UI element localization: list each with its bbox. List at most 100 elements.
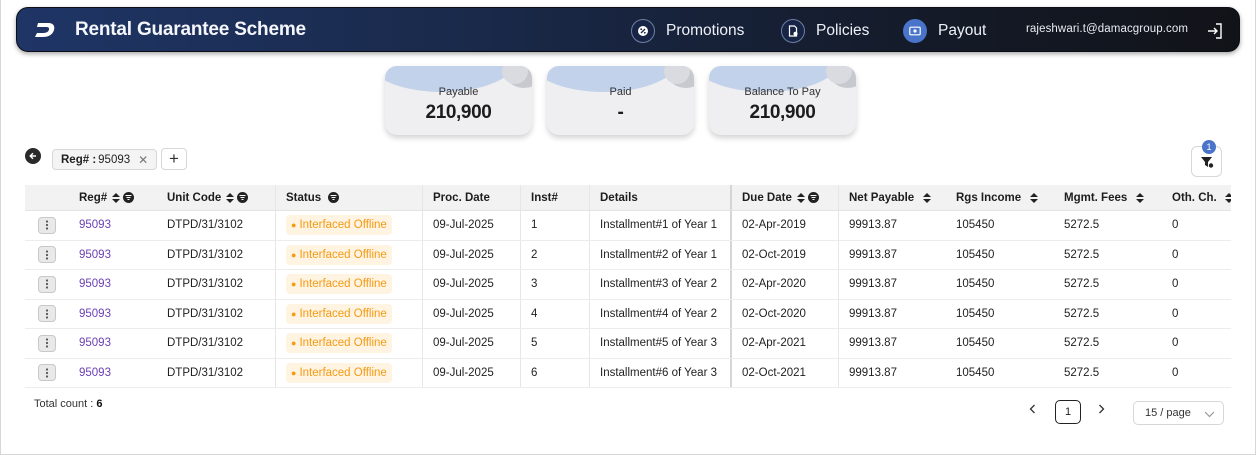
column-filter-icon[interactable] xyxy=(807,192,819,203)
cell-due-date: 02-Apr-2021 xyxy=(730,329,838,358)
row-menu-button[interactable] xyxy=(38,305,56,323)
cell-inst: 2 xyxy=(520,240,589,269)
add-filter-button[interactable]: + xyxy=(161,148,187,170)
close-icon[interactable]: ✕ xyxy=(138,153,148,167)
cell-oth-charges: 0 xyxy=(1172,366,1179,379)
back-arrow-icon[interactable] xyxy=(25,148,41,164)
cell-proc-date: 09-Jul-2025 xyxy=(422,329,520,358)
cell-unit-code: DTPD/31/3102 xyxy=(167,307,244,320)
cell-due-date: 02-Oct-2020 xyxy=(730,299,838,328)
column-filter-icon[interactable] xyxy=(123,192,135,203)
cell-reg-link[interactable]: 95093 xyxy=(69,270,157,299)
damac-logo-icon xyxy=(35,23,55,37)
nav-policies[interactable]: Policies xyxy=(781,17,869,45)
summary-card-payable: Payable 210,900 xyxy=(385,66,532,135)
user-email: rajeshwari.t@damacgroup.com xyxy=(1026,23,1189,35)
installments-table: Reg# Unit Code Status Proc. Date Inst# D… xyxy=(25,185,1231,388)
app-title: Rental Guarantee Scheme xyxy=(75,19,306,40)
filter-count-badge: 1 xyxy=(1202,140,1216,154)
promotion-icon xyxy=(631,19,655,43)
cell-reg-link[interactable]: 95093 xyxy=(69,241,157,270)
cell-status: ● Interfaced Offline xyxy=(275,240,422,269)
prev-page-icon[interactable] xyxy=(1025,402,1039,416)
table-row: 95093 DTPD/31/3102 ● Interfaced Offline 0… xyxy=(25,211,1231,241)
cell-reg-link[interactable]: 95093 xyxy=(69,329,157,358)
page-size-select[interactable]: 15 / page xyxy=(1133,401,1224,425)
policy-document-icon xyxy=(781,19,805,43)
cell-status: ● Interfaced Offline xyxy=(275,270,422,299)
column-header-rgs-income[interactable]: Rgs Income xyxy=(946,185,1054,210)
sort-icon[interactable] xyxy=(226,192,235,203)
cell-reg-link[interactable]: 95093 xyxy=(69,211,157,240)
sort-icon[interactable] xyxy=(1224,192,1231,203)
column-header-oth-charges[interactable]: Oth. Ch. xyxy=(1162,185,1231,210)
nav-promotions[interactable]: Promotions xyxy=(631,17,744,45)
next-page-icon[interactable] xyxy=(1094,402,1108,416)
row-menu-button[interactable] xyxy=(38,364,56,382)
cell-proc-date: 09-Jul-2025 xyxy=(422,299,520,328)
column-header-proc-date: Proc. Date xyxy=(422,185,520,210)
table-header: Reg# Unit Code Status Proc. Date Inst# D… xyxy=(25,185,1231,211)
column-header-reg[interactable]: Reg# xyxy=(69,185,157,210)
column-header-actions xyxy=(25,185,69,210)
column-header-inst: Inst# xyxy=(520,185,589,210)
cell-oth-charges: 0 xyxy=(1172,278,1179,291)
column-header-mgmt-fees[interactable]: Mgmt. Fees xyxy=(1054,185,1162,210)
sort-icon[interactable] xyxy=(1136,192,1145,203)
column-header-status[interactable]: Status xyxy=(275,185,422,210)
sort-icon[interactable] xyxy=(1030,192,1039,203)
cell-proc-date: 09-Jul-2025 xyxy=(422,270,520,299)
cell-net-payable: 99913.87 xyxy=(838,270,946,299)
logout-icon[interactable] xyxy=(1206,22,1224,40)
column-filter-icon[interactable] xyxy=(328,192,340,203)
more-vertical-icon xyxy=(45,368,49,378)
cell-proc-date: 09-Jul-2025 xyxy=(422,358,520,387)
row-menu-button[interactable] xyxy=(38,275,56,293)
sort-icon[interactable] xyxy=(923,192,932,203)
more-vertical-icon xyxy=(45,279,49,289)
cell-details: Installment#1 of Year 1 xyxy=(589,211,730,240)
cell-mgmt-fees: 5272.5 xyxy=(1064,278,1100,291)
column-header-net-payable[interactable]: Net Payable xyxy=(838,185,946,210)
cell-details: Installment#5 of Year 3 xyxy=(589,329,730,358)
cell-rgs-income: 105450 xyxy=(956,219,995,232)
summary-value: 210,900 xyxy=(425,102,492,123)
column-header-due-date[interactable]: Due Date xyxy=(730,185,838,210)
cell-oth-charges: 0 xyxy=(1172,337,1179,350)
row-menu-button[interactable] xyxy=(38,334,56,352)
funnel-icon xyxy=(1200,156,1213,168)
nav-payout[interactable]: Payout xyxy=(903,17,986,45)
column-header-unit-code[interactable]: Unit Code xyxy=(157,185,275,210)
cell-inst: 6 xyxy=(520,358,589,387)
cell-details: Installment#6 of Year 3 xyxy=(589,358,730,387)
row-action-cell xyxy=(25,241,69,270)
cell-status: ● Interfaced Offline xyxy=(275,211,422,240)
cell-reg-link[interactable]: 95093 xyxy=(69,359,157,388)
cell-details: Installment#2 of Year 1 xyxy=(589,240,730,269)
summary-label: Paid xyxy=(609,86,632,98)
chevron-down-icon xyxy=(1204,411,1215,418)
table-body: 95093 DTPD/31/3102 ● Interfaced Offline 0… xyxy=(25,211,1231,388)
total-count-label: Total count : xyxy=(34,398,94,410)
page-number-button[interactable]: 1 xyxy=(1055,400,1081,424)
more-vertical-icon xyxy=(45,220,49,230)
more-vertical-icon xyxy=(45,338,49,348)
summary-value: - xyxy=(617,102,624,123)
cell-rgs-income: 105450 xyxy=(956,366,995,379)
sort-icon[interactable] xyxy=(796,192,805,203)
row-menu-button[interactable] xyxy=(38,246,56,264)
cell-details: Installment#3 of Year 2 xyxy=(589,270,730,299)
row-menu-button[interactable] xyxy=(38,216,56,234)
cell-reg-link[interactable]: 95093 xyxy=(69,300,157,329)
column-filter-icon[interactable] xyxy=(237,192,249,203)
sort-icon[interactable] xyxy=(112,192,121,203)
cell-inst: 1 xyxy=(520,211,589,240)
table-row: 95093 DTPD/31/3102 ● Interfaced Offline 0… xyxy=(25,329,1231,359)
cell-oth-charges: 0 xyxy=(1172,307,1179,320)
column-header-details: Details xyxy=(589,185,730,210)
table-row: 95093 DTPD/31/3102 ● Interfaced Offline 0… xyxy=(25,240,1231,270)
status-badge: ● Interfaced Offline xyxy=(286,215,392,236)
cell-oth-charges: 0 xyxy=(1172,248,1179,261)
summary-card-balance: Balance To Pay 210,900 xyxy=(709,66,856,135)
cell-unit-code: DTPD/31/3102 xyxy=(167,366,244,379)
